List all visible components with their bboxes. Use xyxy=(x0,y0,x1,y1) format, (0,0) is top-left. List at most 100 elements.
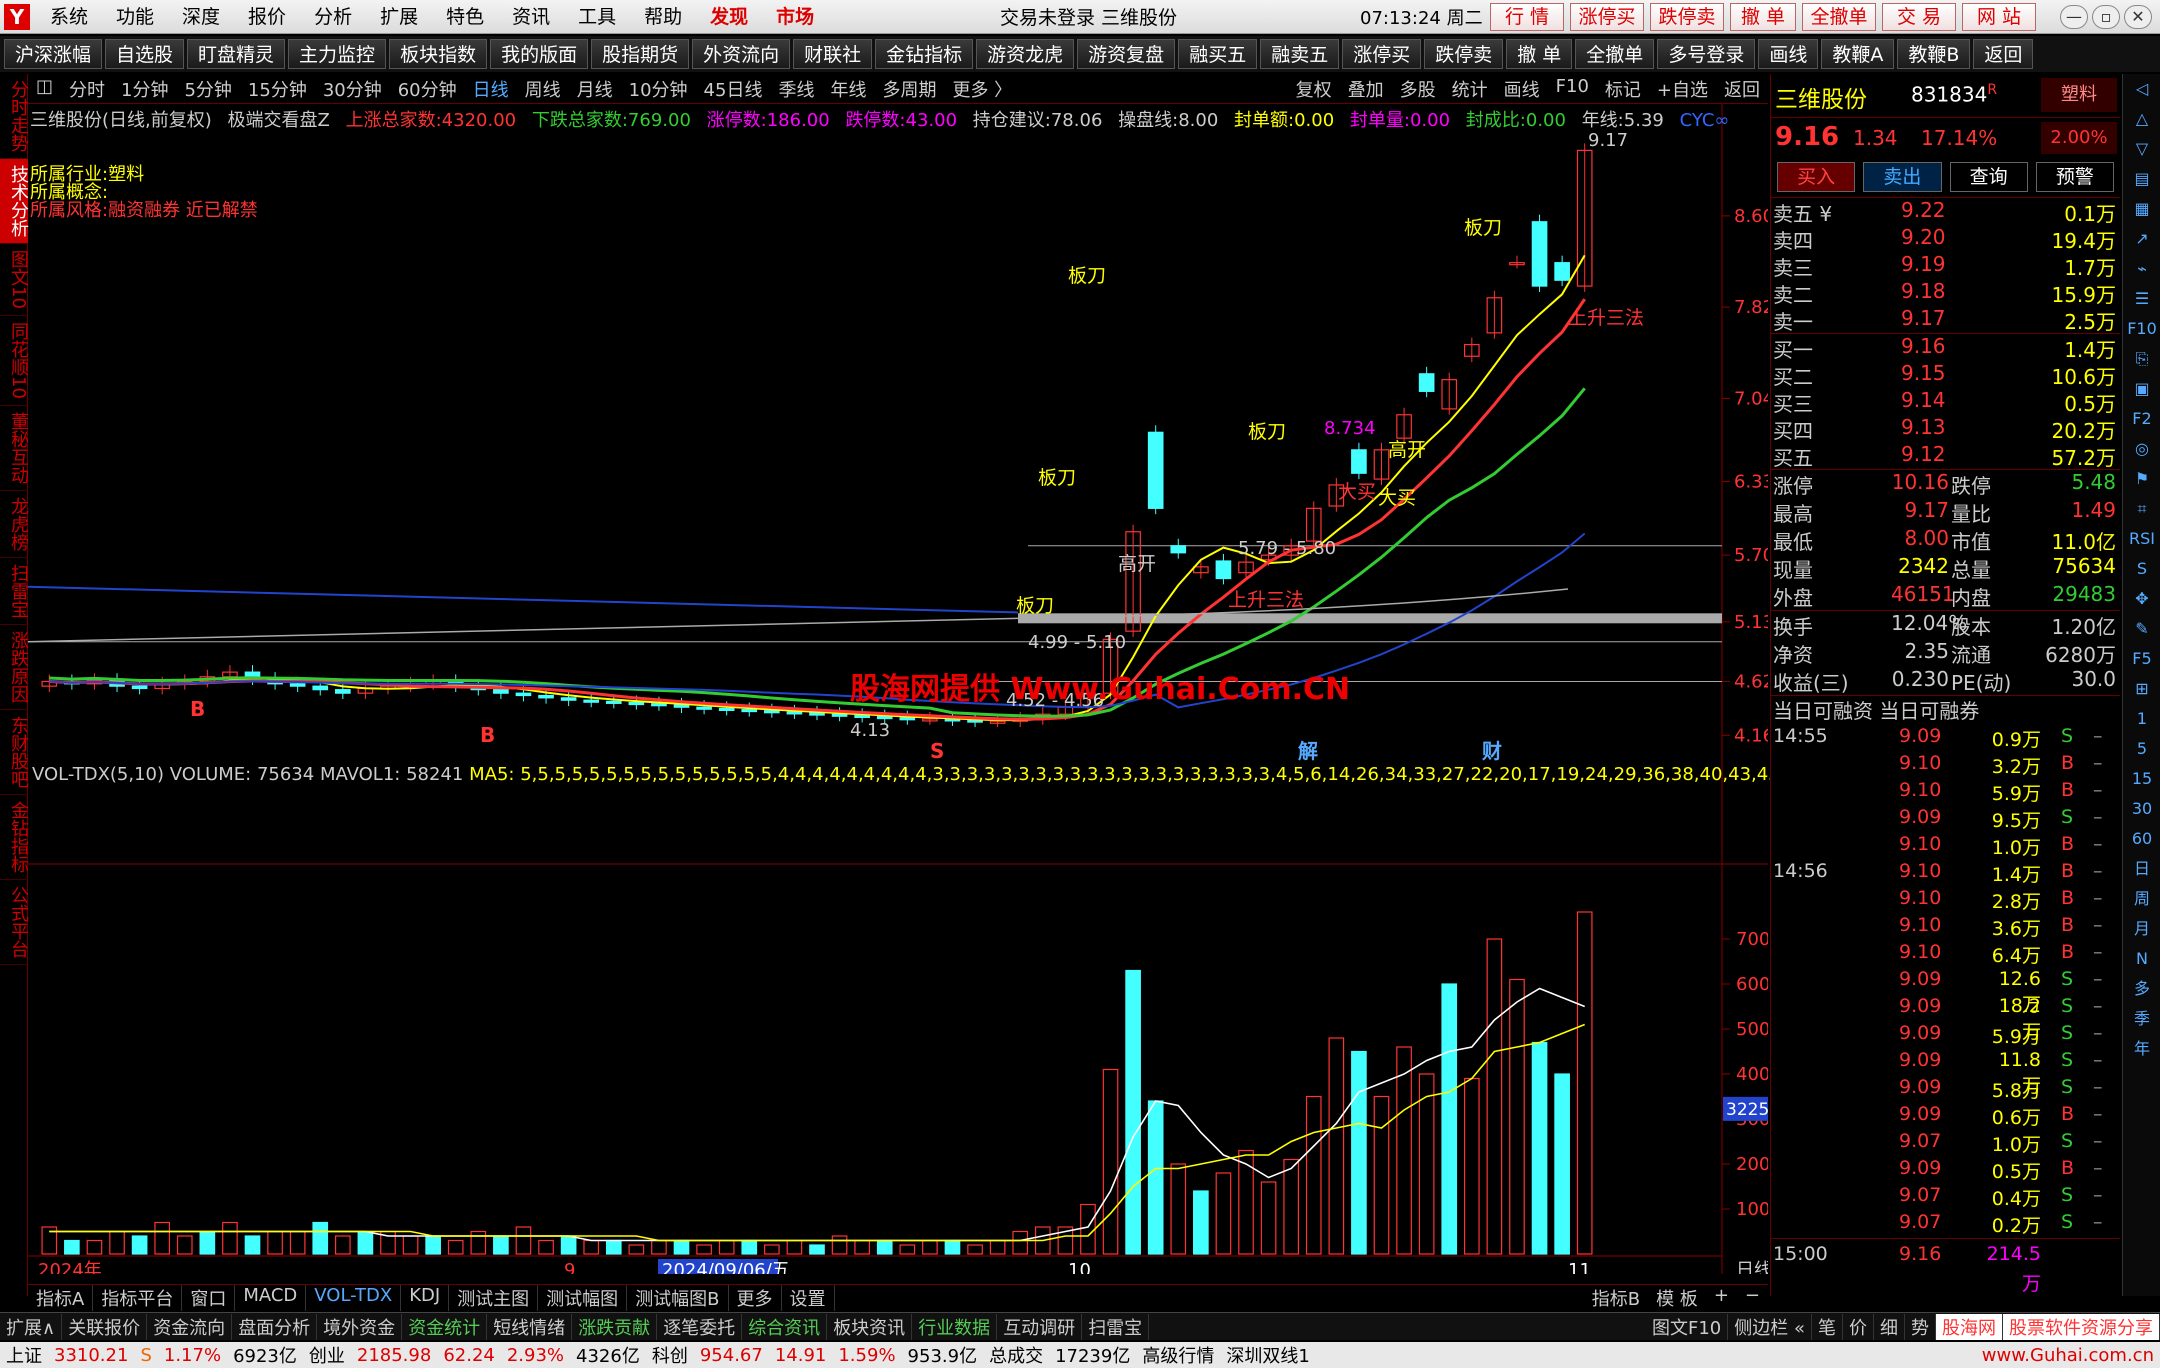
period-tab-3[interactable]: 15分钟 xyxy=(240,76,315,102)
toolbar-button-1[interactable]: 自选股 xyxy=(105,39,185,69)
side-icon-29[interactable]: N xyxy=(2123,944,2160,974)
menu-button-6[interactable]: 网 站 xyxy=(1962,3,2036,31)
left-tab-4[interactable]: 董秘互动 xyxy=(0,406,29,491)
bid-price[interactable]: 9.13 xyxy=(1901,415,1946,439)
left-tab-2[interactable]: 图文10 xyxy=(0,244,29,316)
side-icon-17[interactable]: ✥ xyxy=(2123,584,2160,614)
function-tab-13[interactable]: 扫雷宝 xyxy=(1082,1313,1150,1340)
toolbar-button-0[interactable]: 沪深涨幅 xyxy=(4,39,103,69)
indicator-tab-2[interactable]: 窗口 xyxy=(182,1284,236,1311)
function-tab-12[interactable]: 互动调研 xyxy=(997,1313,1083,1340)
ask-price[interactable]: 9.17 xyxy=(1901,306,1946,330)
period-tab-5[interactable]: 60分钟 xyxy=(390,76,465,102)
side-icon-15[interactable]: RSI xyxy=(2123,524,2160,554)
minimize-icon[interactable]: — xyxy=(2060,5,2088,29)
sector-badge[interactable]: 塑料 xyxy=(2041,78,2117,112)
function-right-3[interactable]: 价 xyxy=(1843,1313,1874,1340)
menu-item-9[interactable]: 帮助 xyxy=(630,0,696,34)
menu-item-red-0[interactable]: 发现 xyxy=(696,0,762,34)
period-tab-9[interactable]: 10分钟 xyxy=(621,76,696,102)
toolbar-button-3[interactable]: 主力监控 xyxy=(288,39,387,69)
alert-button[interactable]: 预警 xyxy=(2035,162,2114,192)
left-tab-3[interactable]: 同花顺10 xyxy=(0,316,29,406)
side-icon-26[interactable]: 日 xyxy=(2123,854,2160,884)
function-tab-3[interactable]: 盘面分析 xyxy=(232,1313,318,1340)
left-tab-6[interactable]: 扫雷宝 xyxy=(0,558,29,625)
indicator-tab-3[interactable]: MACD xyxy=(235,1284,307,1311)
advanced-quote-label[interactable]: 高级行情 xyxy=(1136,1342,1220,1368)
formula-name[interactable]: 极端交看盘Z xyxy=(228,110,330,131)
side-icon-19[interactable]: F5 xyxy=(2123,644,2160,674)
indicator-right-2[interactable]: + xyxy=(1706,1285,1737,1311)
function-tab-1[interactable]: 关联报价 xyxy=(62,1313,148,1340)
period-tab-0[interactable]: 分时 xyxy=(61,76,113,102)
function-right-5[interactable]: 势 xyxy=(1905,1313,1936,1340)
menu-item-6[interactable]: 特色 xyxy=(432,0,498,34)
ask-price[interactable]: 9.20 xyxy=(1901,225,1946,249)
function-tab-0[interactable]: 扩展∧ xyxy=(0,1313,63,1340)
ask-price[interactable]: 9.22 xyxy=(1901,198,1946,222)
period-toggle-icon[interactable]: ◫ xyxy=(28,76,61,102)
side-icon-4[interactable]: ▦ xyxy=(2123,194,2160,224)
side-icon-28[interactable]: 月 xyxy=(2123,914,2160,944)
menu-button-5[interactable]: 交 易 xyxy=(1882,3,1956,31)
side-icon-1[interactable]: △ xyxy=(2123,104,2160,134)
period-tab-4[interactable]: 30分钟 xyxy=(315,76,390,102)
function-tab-11[interactable]: 行业数据 xyxy=(912,1313,998,1340)
side-icon-2[interactable]: ▽ xyxy=(2123,134,2160,164)
server-label[interactable]: 深圳双线1 xyxy=(1220,1342,1315,1368)
function-right-2[interactable]: 笔 xyxy=(1812,1313,1843,1340)
period-tab-8[interactable]: 月线 xyxy=(569,76,621,102)
side-icon-31[interactable]: 季 xyxy=(2123,1004,2160,1034)
sector-change-badge[interactable]: 2.00% xyxy=(2041,122,2117,154)
toolbar-button-18[interactable]: 多号登录 xyxy=(1657,39,1756,69)
menu-item-3[interactable]: 报价 xyxy=(234,0,300,34)
menu-item-red-1[interactable]: 市场 xyxy=(762,0,828,34)
side-icon-6[interactable]: ⌁ xyxy=(2123,254,2160,284)
left-tab-10[interactable]: 公式平台 xyxy=(0,880,29,965)
menu-button-2[interactable]: 跌停卖 xyxy=(1650,3,1724,31)
left-tab-5[interactable]: 龙虎榜 xyxy=(0,491,29,558)
side-icon-23[interactable]: 15 xyxy=(2123,764,2160,794)
menu-item-5[interactable]: 扩展 xyxy=(366,0,432,34)
bid-price[interactable]: 9.12 xyxy=(1901,442,1946,466)
toolbar-button-9[interactable]: 金钻指标 xyxy=(875,39,974,69)
toolbar-button-10[interactable]: 游资龙虎 xyxy=(976,39,1075,69)
side-icon-10[interactable]: ▣ xyxy=(2123,374,2160,404)
volume-title[interactable]: VOL-TDX(5,10) xyxy=(32,764,164,785)
side-icon-3[interactable]: ▤ xyxy=(2123,164,2160,194)
indicator-right-3[interactable]: − xyxy=(1737,1285,1768,1311)
toolbar-button-5[interactable]: 我的版面 xyxy=(490,39,589,69)
indicator-tab-0[interactable]: 指标A xyxy=(28,1284,94,1311)
side-icon-22[interactable]: 5 xyxy=(2123,734,2160,764)
indicator-tab-8[interactable]: 测试幅图B xyxy=(627,1284,729,1311)
side-icon-27[interactable]: 周 xyxy=(2123,884,2160,914)
menu-item-1[interactable]: 功能 xyxy=(102,0,168,34)
side-icon-20[interactable]: ⊞ xyxy=(2123,674,2160,704)
toolbar-button-6[interactable]: 股指期货 xyxy=(591,39,690,69)
menu-item-7[interactable]: 资讯 xyxy=(498,0,564,34)
menu-button-4[interactable]: 全撤单 xyxy=(1802,3,1876,31)
side-icon-18[interactable]: ✎ xyxy=(2123,614,2160,644)
toolbar-button-17[interactable]: 全撤单 xyxy=(1575,39,1655,69)
period-right-2[interactable]: 多股 xyxy=(1392,76,1444,102)
function-right-1[interactable]: 侧边栏 « xyxy=(1728,1313,1812,1340)
close-icon[interactable]: ✕ xyxy=(2124,5,2152,29)
toolbar-button-15[interactable]: 跌停卖 xyxy=(1424,39,1504,69)
side-icon-9[interactable]: ⎘ xyxy=(2123,344,2160,374)
indicator-tab-7[interactable]: 测试幅图 xyxy=(538,1284,628,1311)
indicator-right-0[interactable]: 指标B xyxy=(1584,1285,1648,1311)
indicator-tab-1[interactable]: 指标平台 xyxy=(93,1284,183,1311)
toolbar-button-12[interactable]: 融买五 xyxy=(1178,39,1258,69)
left-tab-0[interactable]: 分时走势 xyxy=(0,74,29,159)
side-icon-0[interactable]: ◁ xyxy=(2123,74,2160,104)
period-right-0[interactable]: 复权 xyxy=(1288,76,1340,102)
side-icon-30[interactable]: 多 xyxy=(2123,974,2160,1004)
side-icon-24[interactable]: 30 xyxy=(2123,794,2160,824)
menu-button-0[interactable]: 行 情 xyxy=(1490,3,1564,31)
ask-price[interactable]: 9.19 xyxy=(1901,252,1946,276)
period-right-3[interactable]: 统计 xyxy=(1444,76,1496,102)
period-right-6[interactable]: 标记 xyxy=(1597,76,1649,102)
toolbar-button-4[interactable]: 板块指数 xyxy=(389,39,488,69)
side-icon-14[interactable]: ⌗ xyxy=(2123,494,2160,524)
